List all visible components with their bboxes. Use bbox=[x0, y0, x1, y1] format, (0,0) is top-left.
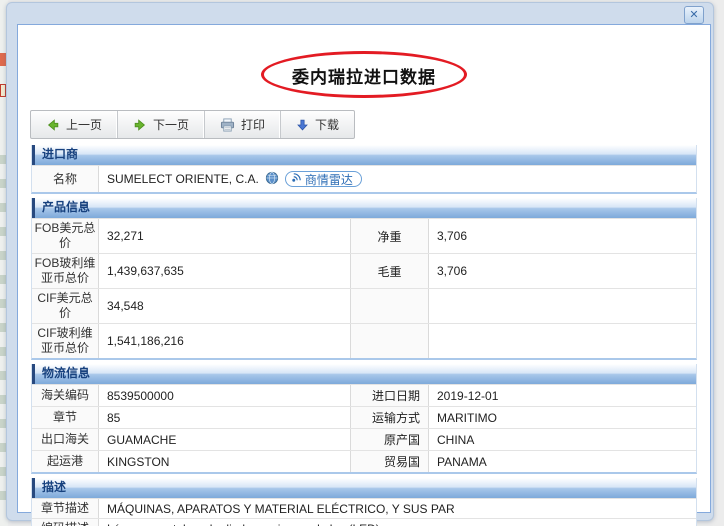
row-value bbox=[429, 289, 696, 323]
table-row: FOB玻利维亚币总价 1,439,637,635 毛重 3,706 bbox=[32, 253, 696, 288]
row-value: 8539500000 bbox=[99, 385, 351, 406]
table-row: 章节 85 运输方式 MARITIMO bbox=[32, 406, 696, 428]
section-description-header: 描述 bbox=[32, 478, 696, 498]
section-logistics-header: 物流信息 bbox=[32, 364, 696, 384]
importer-name-value: SUMELECT ORIENTE, C.A. bbox=[107, 172, 259, 186]
business-radar-badge[interactable]: 商情雷达 bbox=[285, 171, 362, 187]
row-label: 海关编码 bbox=[32, 385, 99, 406]
table-row: 章节描述 MÁQUINAS, APARATOS Y MATERIAL ELÉCT… bbox=[32, 498, 696, 518]
prev-page-label: 上一页 bbox=[66, 116, 102, 133]
row-value: PANAMA bbox=[429, 451, 696, 472]
row-label: 毛重 bbox=[351, 254, 429, 288]
row-label: 原产国 bbox=[351, 429, 429, 450]
row-label: 运输方式 bbox=[351, 407, 429, 428]
row-value: 1,541,186,216 bbox=[99, 324, 351, 358]
row-label: FOB美元总价 bbox=[32, 219, 99, 253]
printer-icon bbox=[220, 118, 235, 132]
next-page-button[interactable]: 下一页 bbox=[118, 111, 205, 138]
importer-name-cell: SUMELECT ORIENTE, C.A. bbox=[99, 166, 696, 192]
section-importer-header: 进口商 bbox=[32, 145, 696, 165]
table-row: 起运港 KINGSTON 贸易国 PANAMA bbox=[32, 450, 696, 472]
table-row: 海关编码 8539500000 进口日期 2019-12-01 bbox=[32, 384, 696, 406]
row-value: MARITIMO bbox=[429, 407, 696, 428]
row-label: CIF美元总价 bbox=[32, 289, 99, 323]
row-label: 出口海关 bbox=[32, 429, 99, 450]
import-data-dialog: ✕ 委内瑞拉进口数据 上一页 下一页 bbox=[6, 2, 714, 521]
row-label: 章节描述 bbox=[32, 499, 99, 518]
table-row: CIF美元总价 34,548 bbox=[32, 288, 696, 323]
title-area: 委内瑞拉进口数据 bbox=[31, 63, 697, 85]
row-label bbox=[351, 289, 429, 323]
section-product-header: 产品信息 bbox=[32, 198, 696, 218]
section-logistics: 物流信息 海关编码 8539500000 进口日期 2019-12-01 章节 … bbox=[31, 364, 697, 474]
business-radar-label: 商情雷达 bbox=[305, 171, 353, 188]
print-button[interactable]: 打印 bbox=[205, 111, 281, 138]
section-importer: 进口商 名称 SUMELECT ORIENTE, C.A. bbox=[31, 145, 697, 194]
toolbar: 上一页 下一页 打印 bbox=[30, 110, 355, 139]
row-label: 贸易国 bbox=[351, 451, 429, 472]
row-label: CIF玻利维亚币总价 bbox=[32, 324, 99, 358]
section-product: 产品信息 FOB美元总价 32,271 净重 3,706 FOB玻利维亚币总价 … bbox=[31, 198, 697, 360]
row-value: Lámparas y tubos de diodos emisores de l… bbox=[99, 519, 696, 526]
row-label: 净重 bbox=[351, 219, 429, 253]
table-row: CIF玻利维亚币总价 1,541,186,216 bbox=[32, 323, 696, 358]
row-value: 85 bbox=[99, 407, 351, 428]
radar-icon bbox=[291, 172, 302, 186]
row-label bbox=[351, 324, 429, 358]
table-row: 名称 SUMELECT ORIENTE, C.A. bbox=[32, 165, 696, 192]
row-value: 3,706 bbox=[429, 254, 696, 288]
row-value: 32,271 bbox=[99, 219, 351, 253]
table-row: FOB美元总价 32,271 净重 3,706 bbox=[32, 218, 696, 253]
page-title: 委内瑞拉进口数据 bbox=[292, 68, 436, 87]
close-icon[interactable]: ✕ bbox=[684, 6, 704, 24]
row-value bbox=[429, 324, 696, 358]
detail-sections: 进口商 名称 SUMELECT ORIENTE, C.A. bbox=[31, 145, 697, 526]
row-label: 起运港 bbox=[32, 451, 99, 472]
row-label: 章节 bbox=[32, 407, 99, 428]
row-label: FOB玻利维亚币总价 bbox=[32, 254, 99, 288]
table-row: 编码描述 Lámparas y tubos de diodos emisores… bbox=[32, 518, 696, 526]
row-value: 1,439,637,635 bbox=[99, 254, 351, 288]
dialog-content-panel: 委内瑞拉进口数据 上一页 下一页 bbox=[17, 24, 711, 513]
globe-icon[interactable] bbox=[265, 171, 279, 188]
green-arrow-left-icon bbox=[46, 118, 60, 132]
section-description: 描述 章节描述 MÁQUINAS, APARATOS Y MATERIAL EL… bbox=[31, 478, 697, 526]
row-value: 3,706 bbox=[429, 219, 696, 253]
row-value: GUAMACHE bbox=[99, 429, 351, 450]
print-label: 打印 bbox=[241, 116, 265, 133]
blue-arrow-down-icon bbox=[296, 118, 309, 132]
download-label: 下载 bbox=[315, 116, 339, 133]
row-label: 编码描述 bbox=[32, 519, 99, 526]
next-page-label: 下一页 bbox=[153, 116, 189, 133]
row-value: 2019-12-01 bbox=[429, 385, 696, 406]
row-value: 34,548 bbox=[99, 289, 351, 323]
row-label: 进口日期 bbox=[351, 385, 429, 406]
importer-name-label: 名称 bbox=[32, 166, 99, 192]
download-button[interactable]: 下载 bbox=[281, 111, 354, 138]
row-value: CHINA bbox=[429, 429, 696, 450]
green-arrow-right-icon bbox=[133, 118, 147, 132]
row-value: MÁQUINAS, APARATOS Y MATERIAL ELÉCTRICO,… bbox=[99, 499, 696, 518]
prev-page-button[interactable]: 上一页 bbox=[31, 111, 118, 138]
row-value: KINGSTON bbox=[99, 451, 351, 472]
table-row: 出口海关 GUAMACHE 原产国 CHINA bbox=[32, 428, 696, 450]
